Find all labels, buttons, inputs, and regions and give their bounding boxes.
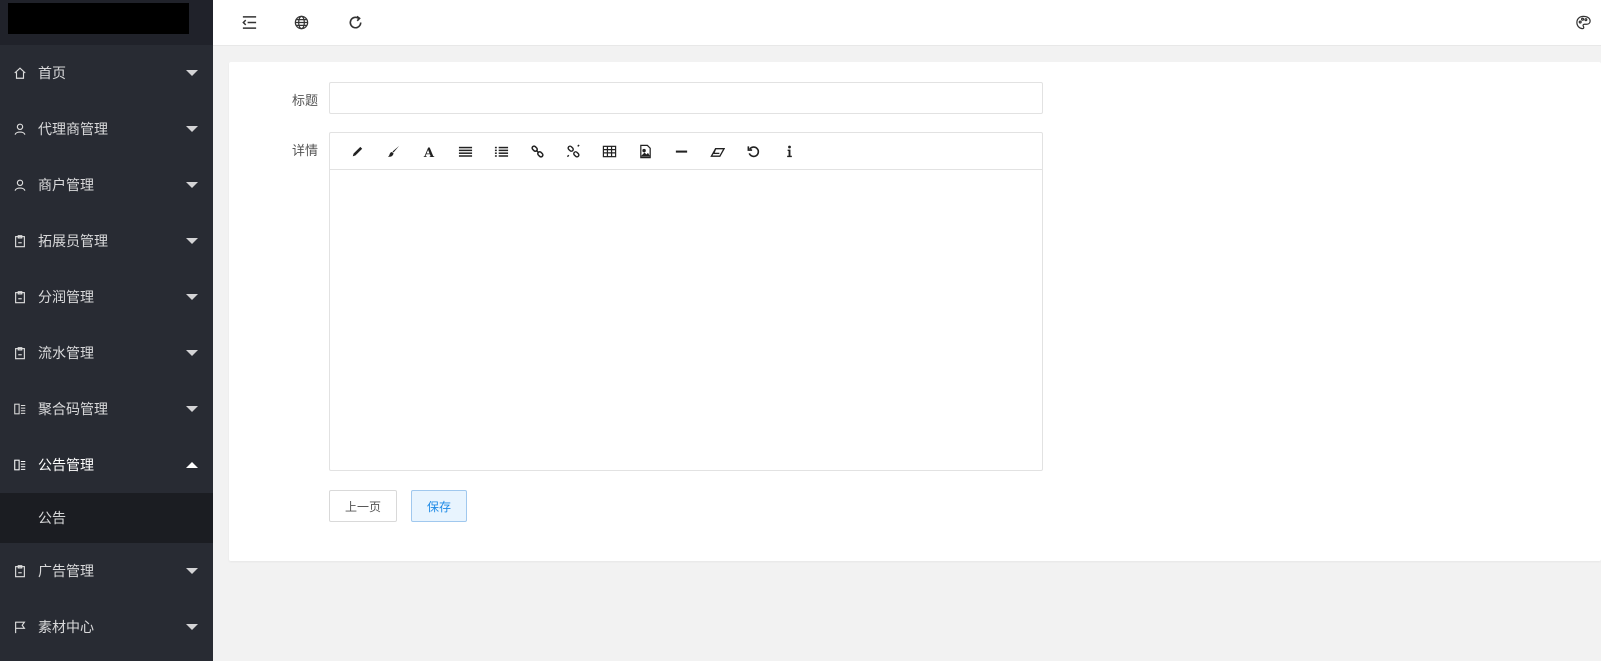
sidebar-item-aggregate-code[interactable]: 聚合码管理 [0,381,213,437]
sidebar-item-profit[interactable]: 分润管理 [0,269,213,325]
sidebar-item-expander[interactable]: 拓展员管理 [0,213,213,269]
sidebar-item-material[interactable]: 素材中心 [0,599,213,655]
title-input[interactable] [329,82,1043,114]
previous-page-button[interactable]: 上一页 [329,490,397,522]
editor-toolbar: A [330,133,1042,170]
editor-content-area[interactable] [330,170,1042,470]
hr-icon[interactable] [663,138,699,164]
chevron-down-icon [186,624,198,630]
clipboard-icon [13,234,27,248]
title-label: 标题 [291,94,318,109]
home-icon [13,66,27,80]
sidebar-item-label: 素材中心 [38,620,94,636]
refresh-icon[interactable] [345,12,365,32]
chevron-down-icon [186,568,198,574]
sidebar-item-label: 首页 [38,66,66,82]
flag-icon [13,620,27,634]
font-icon[interactable]: A [411,138,447,164]
sidebar-subitem-announcement[interactable]: 公告 [0,493,213,543]
chevron-down-icon [186,294,198,300]
svg-text:A: A [422,146,434,159]
user-icon [13,122,27,136]
sidebar-item-label: 聚合码管理 [38,402,108,418]
sidebar-item-label: 分润管理 [38,290,94,306]
chevron-down-icon [186,70,198,76]
chevron-down-icon [186,126,198,132]
chevron-down-icon [186,406,198,412]
sidebar-item-label: 拓展员管理 [38,234,108,250]
clipboard-icon [13,564,27,578]
sidebar-item-label: 流水管理 [38,346,94,362]
theme-icon[interactable] [1573,12,1593,32]
sidebar-item-label: 公告管理 [38,458,94,474]
sidebar-item-agent[interactable]: 代理商管理 [0,101,213,157]
clipboard-icon [13,346,27,360]
brush-icon[interactable] [375,138,411,164]
sidebar-item-home[interactable]: 首页 [0,45,213,101]
eraser-icon[interactable] [699,138,735,164]
sidebar: 首页 代理商管理 商户管理 拓展员管理 分润管理 流水管理 聚合码管理 公告管理… [0,0,213,661]
save-button[interactable]: 保存 [411,490,467,522]
chevron-down-icon [186,182,198,188]
align-icon[interactable] [447,138,483,164]
sidebar-item-label: 广告管理 [38,564,94,580]
undo-icon[interactable] [735,138,771,164]
read-icon [13,458,27,472]
sidebar-item-label: 商户管理 [38,178,94,194]
website-icon[interactable] [291,12,311,32]
clipboard-icon [13,290,27,304]
info-icon[interactable] [771,138,807,164]
shrink-menu-icon[interactable] [239,12,259,32]
user-icon [13,178,27,192]
rich-text-editor: A [329,132,1043,471]
detail-label: 详情 [291,144,318,159]
logo-area [0,0,213,45]
chevron-down-icon [186,350,198,356]
link-icon[interactable] [519,138,555,164]
sidebar-item-ads[interactable]: 广告管理 [0,543,213,599]
read-icon [13,402,27,416]
sidebar-item-announcement[interactable]: 公告管理 [0,437,213,493]
chevron-down-icon [186,238,198,244]
pencil-icon[interactable] [339,138,375,164]
logo[interactable] [8,3,189,34]
sidebar-item-transactions[interactable]: 流水管理 [0,325,213,381]
sidebar-item-label: 代理商管理 [38,122,108,138]
table-icon[interactable] [591,138,627,164]
unlink-icon[interactable] [555,138,591,164]
chevron-up-icon [186,462,198,468]
list-icon[interactable] [483,138,519,164]
image-icon[interactable] [627,138,663,164]
top-header [213,0,1601,46]
sidebar-item-merchant[interactable]: 商户管理 [0,157,213,213]
